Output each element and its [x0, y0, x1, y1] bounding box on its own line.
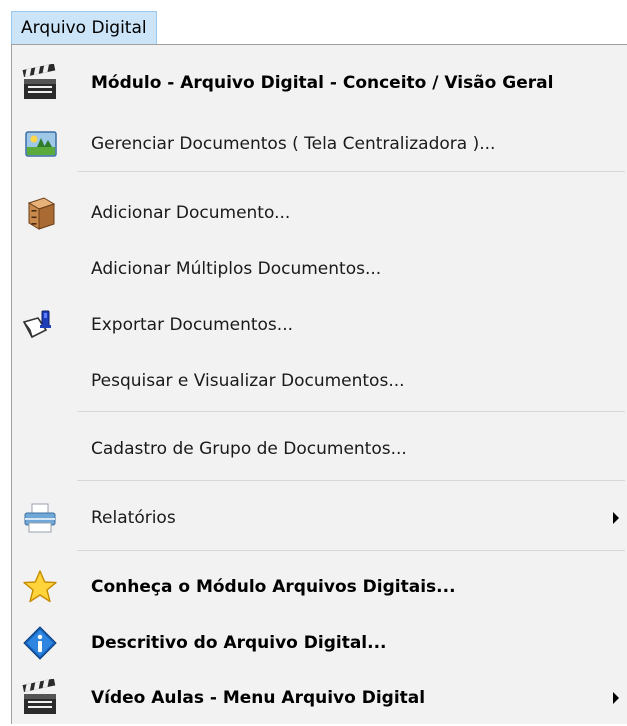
- menu-separator: [77, 411, 625, 412]
- printer-icon: [20, 499, 60, 537]
- menu-item-label: Pesquisar e Visualizar Documentos...: [91, 371, 405, 391]
- menu-item-adicionar-documento[interactable]: Adicionar Documento...: [12, 185, 627, 241]
- menu-item-label: Módulo - Arquivo Digital - Conceito / Vi…: [91, 73, 554, 93]
- menu-item-pesquisar-visualizar[interactable]: Pesquisar e Visualizar Documentos...: [12, 353, 627, 409]
- clapperboard-icon: [20, 678, 60, 717]
- submenu-arrow-icon: [613, 512, 619, 524]
- menu-item-label: Adicionar Documento...: [91, 203, 291, 223]
- menu-item-label: Cadastro de Grupo de Documentos...: [91, 439, 407, 459]
- menu-arquivo-digital[interactable]: Arquivo Digital: [11, 11, 157, 44]
- menu-item-exportar-documentos[interactable]: Exportar Documentos...: [12, 297, 627, 353]
- menu-item-label: Conheça o Módulo Arquivos Digitais...: [91, 577, 456, 597]
- menu-item-descritivo[interactable]: Descritivo do Arquivo Digital...: [12, 615, 627, 671]
- menu-item-label: Adicionar Múltiplos Documentos...: [91, 259, 382, 279]
- menu-item-label: Vídeo Aulas - Menu Arquivo Digital: [91, 688, 426, 708]
- menu-item-label: Exportar Documentos...: [91, 315, 293, 335]
- menu-item-relatorios[interactable]: Relatórios: [12, 490, 627, 546]
- menu-item-label: Descritivo do Arquivo Digital...: [91, 633, 387, 653]
- menu-item-gerenciar-documentos[interactable]: Gerenciar Documentos ( Tela Centralizado…: [12, 116, 627, 172]
- menu-item-conheca-modulo[interactable]: Conheça o Módulo Arquivos Digitais...: [12, 559, 627, 615]
- menu-separator: [77, 550, 625, 551]
- picture-icon: [20, 125, 60, 163]
- menu-separator: [77, 480, 625, 481]
- menu-item-cadastro-grupo[interactable]: Cadastro de Grupo de Documentos...: [12, 421, 627, 477]
- info-icon: [20, 624, 60, 662]
- menu-item-label: Relatórios: [91, 508, 176, 528]
- menu-item-video-aulas[interactable]: Vídeo Aulas - Menu Arquivo Digital: [12, 670, 627, 726]
- menu-item-adicionar-multiplos[interactable]: Adicionar Múltiplos Documentos...: [12, 241, 627, 297]
- submenu-arrow-icon: [613, 692, 619, 704]
- filing-cabinet-icon: [20, 194, 60, 232]
- export-icon: [20, 306, 60, 344]
- dropdown-menu: Módulo - Arquivo Digital - Conceito / Vi…: [11, 44, 627, 724]
- menubar: Arquivo Digital: [0, 0, 627, 44]
- clapperboard-icon: [20, 63, 60, 102]
- menu-item-modulo-visao-geral[interactable]: Módulo - Arquivo Digital - Conceito / Vi…: [12, 55, 627, 111]
- menu-separator: [77, 171, 625, 172]
- menu-item-label: Gerenciar Documentos ( Tela Centralizado…: [91, 134, 496, 154]
- star-icon: [20, 568, 60, 606]
